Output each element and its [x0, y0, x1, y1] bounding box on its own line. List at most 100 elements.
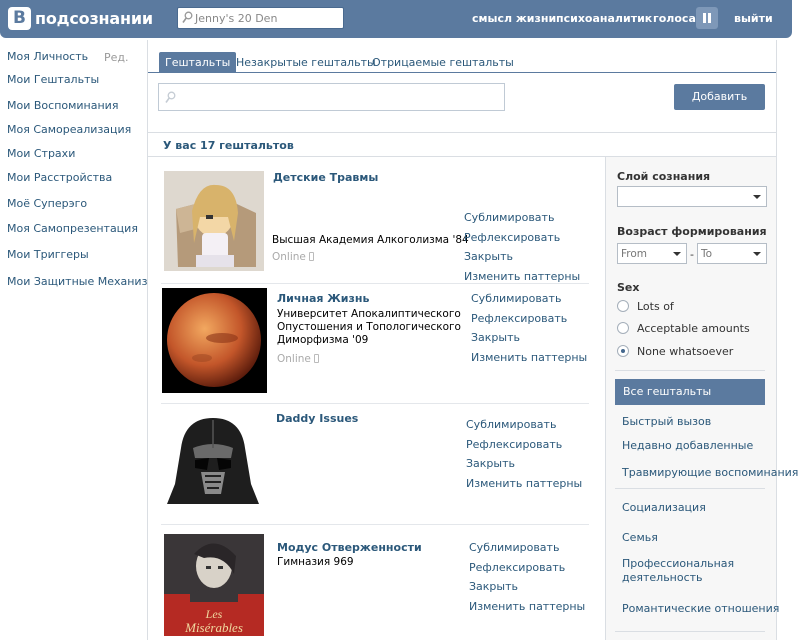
nav-voices[interactable]: голоса: [653, 12, 696, 25]
logo-icon[interactable]: В: [8, 7, 31, 30]
radio-label: None whatsoever: [637, 345, 734, 358]
age-label: Возраст формирования: [617, 225, 767, 238]
tab-bar: Гештальты Незакрытые гештальты Отрицаемы…: [148, 40, 776, 73]
radio-lots-of[interactable]: [617, 300, 629, 312]
filter-professional[interactable]: Профессиональная деятельность: [622, 557, 752, 585]
layer-select[interactable]: [617, 186, 767, 207]
reflect-link[interactable]: Рефлексировать: [471, 312, 587, 332]
avatar[interactable]: [164, 171, 264, 271]
menu-item-gestalts[interactable]: Мои Гештальты: [7, 73, 99, 86]
entry-subtitle: Гимназия 969: [277, 556, 354, 568]
sublimate-link[interactable]: Сублимировать: [469, 541, 585, 561]
radio-label: Lots of: [637, 300, 674, 313]
gestalt-search-input[interactable]: [158, 83, 505, 111]
age-to-value: To: [701, 248, 713, 260]
filter-socialization[interactable]: Социализация: [622, 501, 706, 515]
entry-subtitle: Университет Апокалиптического Опустошени…: [277, 308, 461, 346]
tab-unclosed-gestalts[interactable]: Незакрытые гештальты: [230, 52, 382, 73]
gestalt-count: У вас 17 гештальтов: [163, 139, 294, 152]
poster-title: Les: [205, 607, 223, 621]
menu-item-personality[interactable]: Моя Личность: [7, 50, 88, 63]
menu-item-defense-mechanisms[interactable]: Мои Защитные Механизмы: [7, 275, 164, 288]
list-item: Les Misérables Модус Отверженности Гимна…: [161, 534, 589, 640]
radio-label: Acceptable amounts: [637, 322, 750, 335]
nav-psychoanalyst[interactable]: психоаналитик: [556, 12, 652, 25]
filter-all-gestalts[interactable]: Все гештальты: [615, 379, 765, 405]
entry-name[interactable]: Детские Травмы: [273, 171, 378, 184]
sublimate-link[interactable]: Сублимировать: [471, 292, 587, 312]
divider: [615, 631, 765, 632]
filter-quick-call[interactable]: Быстрый вызов: [622, 415, 711, 429]
svg-text:Misérables: Misérables: [184, 620, 243, 635]
menu-item-triggers[interactable]: Мои Триггеры: [7, 248, 89, 261]
close-link[interactable]: Закрыть: [464, 250, 580, 270]
count-header: У вас 17 гештальтов: [148, 132, 776, 157]
entry-name[interactable]: Daddy Issues: [276, 412, 358, 425]
close-link[interactable]: Закрыть: [471, 331, 587, 351]
nav-meaning-of-life[interactable]: смысл жизни: [472, 12, 556, 25]
entry-name[interactable]: Модус Отверженности: [277, 541, 422, 554]
chevron-down-icon: [673, 252, 681, 256]
entry-actions: Сублимировать Рефлексировать Закрыть Изм…: [466, 418, 582, 496]
range-dash: -: [690, 248, 694, 261]
sublimate-link[interactable]: Сублимировать: [466, 418, 582, 438]
age-to-select[interactable]: To: [697, 243, 767, 264]
filters-panel: Слой сознания Возраст формирования From …: [605, 157, 798, 640]
avatar[interactable]: [161, 412, 265, 512]
list-item: Daddy Issues Сублимировать Рефлексироват…: [161, 412, 589, 516]
reflect-link[interactable]: Рефлексировать: [469, 561, 585, 581]
close-link[interactable]: Закрыть: [466, 457, 582, 477]
edit-link[interactable]: Ред.: [104, 51, 129, 64]
search-icon: [165, 91, 176, 103]
close-link[interactable]: Закрыть: [469, 580, 585, 600]
add-button[interactable]: Добавить: [674, 84, 765, 110]
top-search-input[interactable]: Jenny's 20 Den: [177, 7, 344, 29]
filter-recently-added[interactable]: Недавно добавленные: [622, 439, 753, 453]
top-bar: В подсознании Jenny's 20 Den смысл жизни…: [0, 0, 792, 38]
pause-icon[interactable]: [696, 7, 718, 29]
filter-romantic[interactable]: Романтические отношения: [622, 602, 779, 616]
chevron-down-icon: [753, 195, 761, 199]
divider: [161, 524, 589, 525]
change-patterns-link[interactable]: Изменить паттерны: [466, 477, 582, 497]
logo-text[interactable]: подсознании: [35, 9, 153, 28]
tab-gestalts[interactable]: Гештальты: [159, 52, 237, 73]
entry-actions: Сублимировать Рефлексировать Закрыть Изм…: [471, 292, 587, 370]
sex-label: Sex: [617, 281, 640, 294]
chevron-down-icon: [753, 252, 761, 256]
divider: [161, 283, 589, 284]
menu-item-self-presentation[interactable]: Моя Самопрезентация: [7, 222, 138, 235]
menu-item-memories[interactable]: Мои Воспоминания: [7, 99, 118, 112]
nav-logout[interactable]: выйти: [734, 12, 773, 25]
change-patterns-link[interactable]: Изменить паттерны: [469, 600, 585, 620]
divider: [615, 488, 765, 489]
divider: [615, 370, 765, 371]
avatar[interactable]: Les Misérables: [164, 534, 264, 636]
main-panel: Гештальты Незакрытые гештальты Отрицаемы…: [147, 40, 798, 640]
age-from-select[interactable]: From: [617, 243, 687, 264]
mobile-icon: [314, 354, 320, 363]
radio-acceptable-amounts[interactable]: [617, 322, 629, 334]
menu-item-self-realization[interactable]: Моя Самореализация: [7, 123, 131, 136]
menu-item-fears[interactable]: Мои Страхи: [7, 147, 75, 160]
menu-item-disorders[interactable]: Мои Расстройства: [7, 171, 112, 184]
change-patterns-link[interactable]: Изменить паттерны: [471, 351, 587, 371]
menu-item-superego[interactable]: Моё Суперэго: [7, 197, 87, 210]
avatar[interactable]: [162, 288, 267, 393]
entry-name[interactable]: Личная Жизнь: [277, 292, 369, 305]
search-icon: [182, 11, 193, 23]
tab-denied-gestalts[interactable]: Отрицаемые гештальты: [366, 52, 520, 73]
list-item: Личная Жизнь Университет Апокалиптическо…: [161, 287, 589, 397]
layer-label: Слой сознания: [617, 170, 711, 183]
online-status: Online: [277, 353, 320, 365]
reflect-link[interactable]: Рефлексировать: [466, 438, 582, 458]
age-from-value: From: [621, 248, 648, 260]
online-status: Online: [272, 251, 315, 263]
entry-subtitle: Высшая Академия Алкоголизма '84: [272, 234, 469, 246]
sublimate-link[interactable]: Сублимировать: [464, 211, 580, 231]
radio-none-whatsoever[interactable]: [617, 345, 629, 357]
reflect-link[interactable]: Рефлексировать: [464, 231, 580, 251]
filter-family[interactable]: Семья: [622, 531, 658, 545]
filter-traumatic-memories[interactable]: Травмирующие воспоминания: [622, 466, 798, 480]
divider: [161, 403, 589, 404]
